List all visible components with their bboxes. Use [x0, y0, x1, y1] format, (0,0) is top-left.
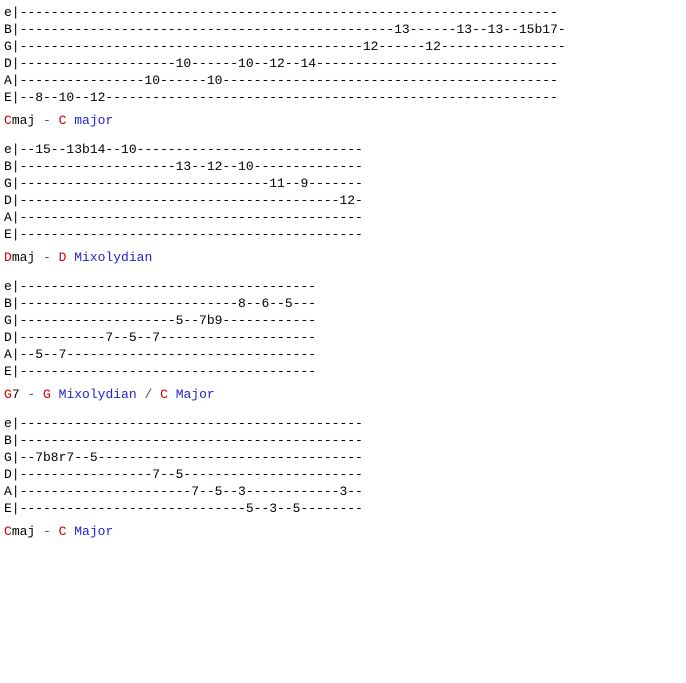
chord-quality: maj: [12, 250, 35, 265]
separator: -: [35, 524, 58, 539]
tab-string-B: B|----------------------------8--6--5---: [4, 296, 316, 311]
tab-string-A: A|--------------------------------------…: [4, 210, 363, 225]
slash-separator: /: [137, 387, 160, 402]
tab-string-D: D|-----------------7--5-----------------…: [4, 467, 363, 482]
tab-block-2: e|--15--13b14--10-----------------------…: [4, 141, 682, 243]
tab-string-B: B|--------------------------------------…: [4, 22, 566, 37]
tab-string-G: G|--7b8r7--5----------------------------…: [4, 450, 363, 465]
tab-string-E: E|--------------------------------------: [4, 364, 316, 379]
scale2-name: Major: [168, 387, 215, 402]
separator: -: [35, 250, 58, 265]
tab-string-G: G|--------------------5--7b9------------: [4, 313, 316, 328]
tab-block-4: e|--------------------------------------…: [4, 415, 682, 517]
tab-string-D: D|--------------------10------10--12--14…: [4, 56, 558, 71]
tab-string-A: A|--5--7--------------------------------: [4, 347, 316, 362]
scale-name: Major: [66, 524, 113, 539]
chord-root: C: [4, 524, 12, 539]
scale-root: G: [43, 387, 51, 402]
chord-label-2: Dmaj - D Mixolydian: [4, 249, 682, 266]
tab-string-e: e|--------------------------------------…: [4, 5, 558, 20]
chord-root: G: [4, 387, 12, 402]
tab-string-A: A|----------------------7--5--3---------…: [4, 484, 363, 499]
chord-quality: maj: [12, 524, 35, 539]
chord-label-3: G7 - G Mixolydian / C Major: [4, 386, 682, 403]
tab-string-E: E|--------------------------------------…: [4, 227, 363, 242]
separator: -: [35, 113, 58, 128]
tab-string-D: D|--------------------------------------…: [4, 193, 363, 208]
chord-label-1: Cmaj - C major: [4, 112, 682, 129]
scale2-root: C: [160, 387, 168, 402]
tab-block-3: e|--------------------------------------…: [4, 278, 682, 380]
tab-string-G: G|--------------------------------------…: [4, 39, 566, 54]
chord-quality: maj: [12, 113, 35, 128]
tab-string-B: B|--------------------13--12--10--------…: [4, 159, 363, 174]
scale-name: major: [66, 113, 113, 128]
tab-string-G: G|--------------------------------11--9-…: [4, 176, 363, 191]
tab-string-B: B|--------------------------------------…: [4, 433, 363, 448]
tab-string-A: A|----------------10------10------------…: [4, 73, 558, 88]
chord-root: C: [4, 113, 12, 128]
scale-name: Mixolydian: [66, 250, 152, 265]
tab-string-e: e|--------------------------------------: [4, 279, 316, 294]
tab-string-e: e|--15--13b14--10-----------------------…: [4, 142, 363, 157]
tab-string-D: D|-----------7--5--7--------------------: [4, 330, 316, 345]
separator: -: [20, 387, 43, 402]
scale-name: Mixolydian: [51, 387, 137, 402]
tab-string-E: E|--8--10--12---------------------------…: [4, 90, 558, 105]
tab-string-E: E|-----------------------------5--3--5--…: [4, 501, 363, 516]
chord-quality: 7: [12, 387, 20, 402]
chord-root: D: [4, 250, 12, 265]
chord-label-4: Cmaj - C Major: [4, 523, 682, 540]
tab-block-1: e|--------------------------------------…: [4, 4, 682, 106]
tab-string-e: e|--------------------------------------…: [4, 416, 363, 431]
